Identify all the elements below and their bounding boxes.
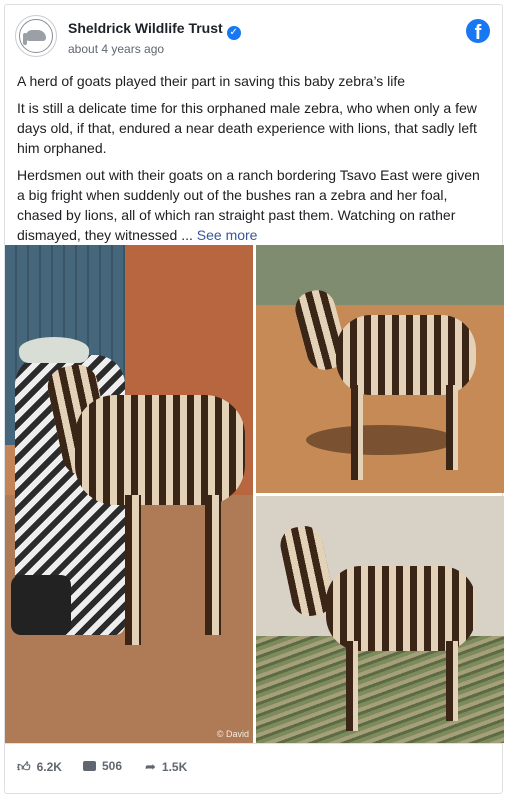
zebra-leg bbox=[125, 495, 141, 645]
keeper-hat bbox=[19, 337, 89, 363]
page-name-link[interactable]: Sheldrick Wildlife Trust ✓ bbox=[68, 20, 241, 40]
see-more-link[interactable]: See more bbox=[197, 227, 258, 243]
page-name[interactable]: Sheldrick Wildlife Trust bbox=[68, 20, 223, 36]
photo-watermark: © David bbox=[216, 729, 249, 739]
post-card: Sheldrick Wildlife Trust ✓ about 4 years … bbox=[4, 4, 504, 795]
post-paragraph: It is still a delicate time for this orp… bbox=[17, 100, 477, 156]
elephant-icon bbox=[26, 30, 46, 41]
keeper-boot bbox=[11, 575, 71, 635]
zebra-body bbox=[326, 566, 476, 651]
post-timestamp[interactable]: about 4 years ago bbox=[68, 42, 164, 56]
post-text: A herd of goats played their part in sav… bbox=[17, 71, 491, 252]
photo-zebra-stable[interactable] bbox=[256, 496, 504, 743]
comment-icon bbox=[83, 761, 96, 771]
likes-value: 6.2K bbox=[36, 760, 62, 774]
hay-floor bbox=[256, 636, 504, 743]
zebra-body bbox=[75, 395, 245, 505]
likes-count[interactable]: 👍︎ 6.2K bbox=[17, 759, 62, 775]
share-icon: ➦ bbox=[145, 759, 156, 774]
zebra-leg bbox=[446, 385, 458, 470]
shares-count[interactable]: ➦ 1.5K bbox=[145, 759, 187, 775]
zebra-leg bbox=[205, 495, 221, 635]
post-stats-bar: 👍︎ 6.2K 506 ➦ 1.5K bbox=[5, 743, 502, 795]
post-title: A herd of goats played their part in sav… bbox=[17, 73, 406, 89]
post-paragraph-truncated: Herdsmen out with their goats on a ranch… bbox=[17, 165, 491, 245]
zebra-shadow bbox=[306, 425, 456, 455]
comments-value: 506 bbox=[102, 759, 123, 773]
zebra-body bbox=[336, 315, 476, 395]
facebook-icon[interactable]: f bbox=[466, 19, 490, 43]
post-header: Sheldrick Wildlife Trust ✓ about 4 years … bbox=[15, 15, 492, 59]
photo-zebra-outdoors[interactable] bbox=[256, 245, 504, 493]
page-avatar[interactable] bbox=[15, 15, 57, 57]
elephant-trunk bbox=[23, 33, 27, 45]
zebra-leg bbox=[346, 641, 358, 731]
verified-badge-icon: ✓ bbox=[226, 26, 241, 40]
shares-value: 1.5K bbox=[161, 760, 188, 774]
zebra-leg bbox=[446, 641, 458, 721]
zebra-leg bbox=[351, 385, 363, 480]
thumbs-up-icon: 👍︎ bbox=[17, 759, 31, 774]
comments-count[interactable]: 506 bbox=[83, 759, 122, 773]
photo-keeper-with-zebra[interactable]: © David bbox=[5, 245, 253, 743]
